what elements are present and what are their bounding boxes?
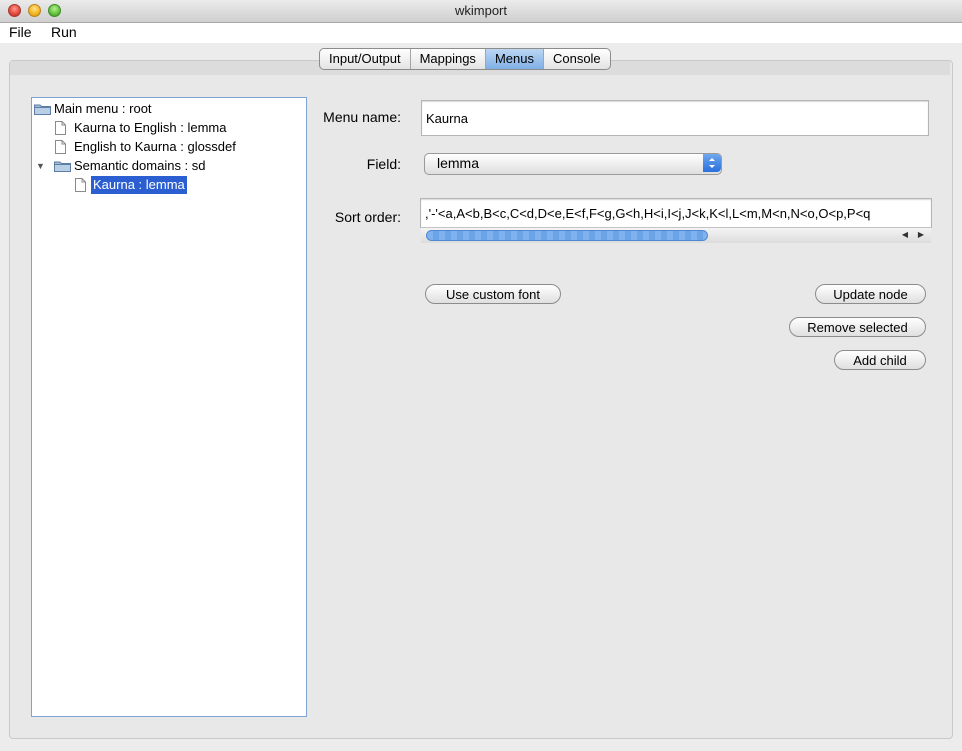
tree-node-label: Main menu : root [54,101,152,116]
field-select[interactable]: lemma [424,153,722,175]
sort-order-field[interactable]: ,'-'<a,A<b,B<c,C<d,D<e,E<f,F<g,G<h,H<i,I… [420,198,932,228]
field-select-value: lemma [437,155,480,171]
tree-node-label: Kaurna : lemma [91,176,187,194]
tab-console[interactable]: Console [544,49,610,69]
folder-icon [54,161,71,172]
scrollbar-thumb[interactable] [426,230,708,241]
use-custom-font-button[interactable]: Use custom font [425,284,561,304]
menu-name-value: Kaurna [426,111,468,126]
scroll-right-arrow-icon[interactable]: ▶ [914,229,928,241]
window-title: wkimport [454,3,507,18]
sort-order-value: ,'-'<a,A<b,B<c,C<d,D<e,E<f,F<g,G<h,H<i,I… [425,206,871,221]
tab-menus[interactable]: Menus [485,49,544,69]
document-icon [55,121,66,135]
menu-file[interactable]: File [9,24,32,40]
select-arrows-icon [703,154,721,172]
folder-icon [34,104,51,115]
remove-selected-button[interactable]: Remove selected [789,317,926,337]
menu-name-label: Menu name: [323,109,401,125]
tab-input-output[interactable]: Input/Output [320,49,411,69]
tab-bar: Input/Output Mappings Menus Console [319,48,611,70]
tree-node-label: English to Kaurna : glossdef [74,139,236,154]
sort-order-label: Sort order: [334,209,401,225]
app-window: wkimport File Run Input/Output Mappings … [0,0,962,751]
title-bar[interactable]: wkimport [0,0,962,23]
sort-order-scrollbar[interactable]: ◀ ▶ [421,227,931,243]
field-label: Field: [366,156,401,172]
disclosure-triangle-icon[interactable]: ▼ [36,157,45,175]
add-child-button[interactable]: Add child [834,350,926,370]
update-node-button[interactable]: Update node [815,284,926,304]
menu-name-field[interactable]: Kaurna [421,100,929,136]
scroll-left-arrow-icon[interactable]: ◀ [898,229,912,241]
menu-bar: File Run [0,23,962,43]
document-icon [55,140,66,154]
document-icon [75,178,86,192]
tree-node-label: Semantic domains : sd [74,158,206,173]
menu-run[interactable]: Run [51,24,77,40]
tree-node-label: Kaurna to English : lemma [74,120,227,135]
menu-tree[interactable]: Main menu : root Kaurna to English : lem… [31,97,307,717]
tab-mappings[interactable]: Mappings [411,49,486,69]
